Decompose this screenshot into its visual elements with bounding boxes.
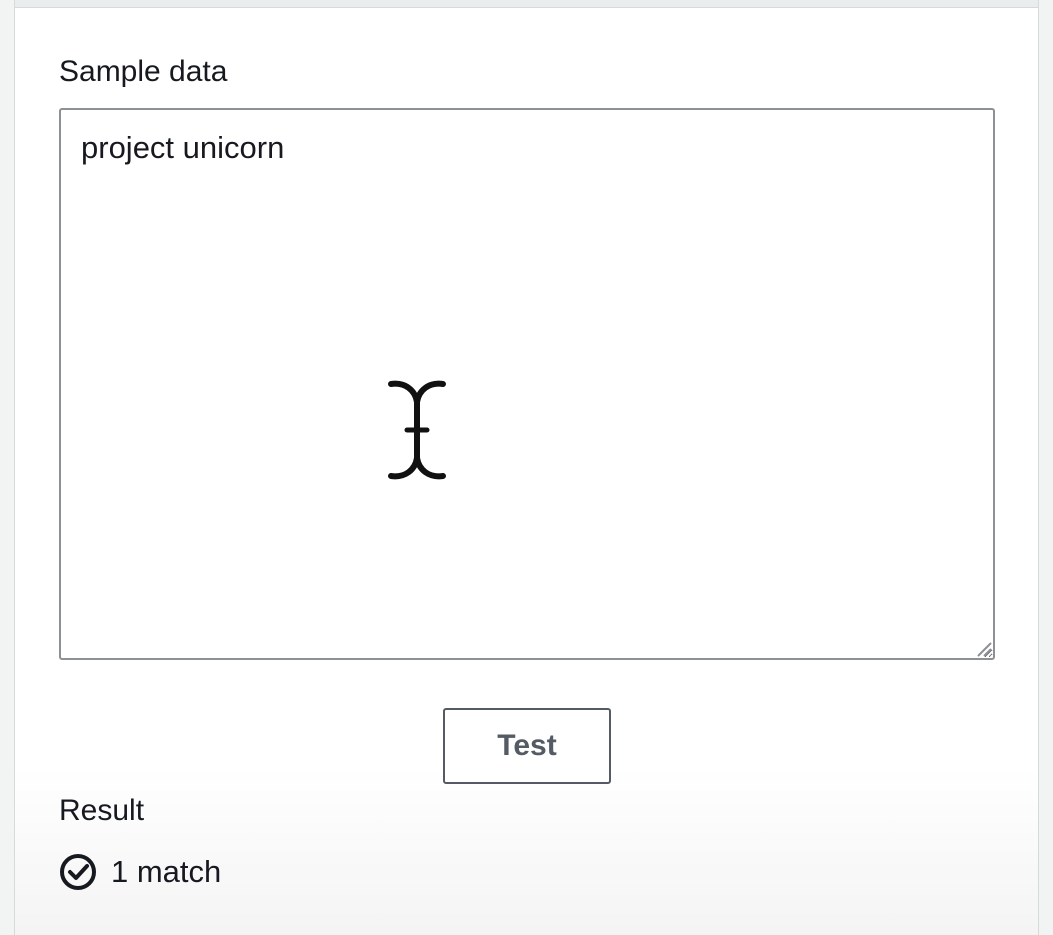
match-count: 1 match	[111, 854, 222, 889]
text-cursor-icon	[388, 380, 446, 480]
sample-data-field-wrapper: project unicorn	[59, 108, 995, 660]
test-button[interactable]: Test	[443, 708, 611, 784]
panel-top-divider	[15, 0, 1038, 8]
sample-data-textarea[interactable]: project unicorn	[59, 108, 995, 660]
result-status: 1 match	[59, 852, 221, 892]
sample-data-label: Sample data	[59, 55, 228, 88]
result-label: Result	[59, 794, 145, 827]
resize-handle-icon[interactable]	[974, 639, 992, 657]
sample-data-panel: Sample data project unicorn Test Result …	[14, 0, 1039, 935]
check-circle-icon	[60, 854, 96, 890]
